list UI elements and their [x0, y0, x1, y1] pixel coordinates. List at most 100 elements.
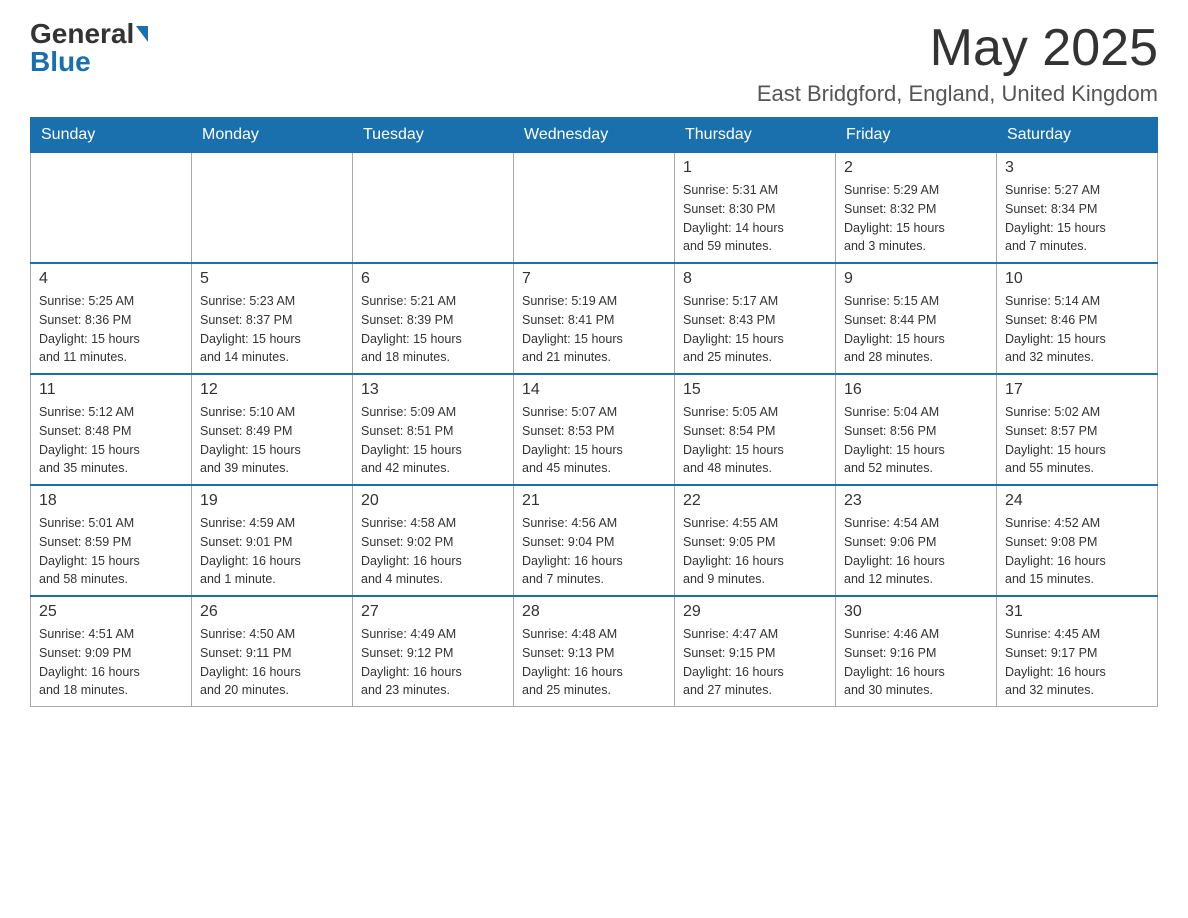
table-row: 14 Sunrise: 5:07 AM Sunset: 8:53 PM Dayli… — [514, 374, 675, 485]
day-number: 20 — [361, 492, 505, 510]
day-info: Sunrise: 5:07 AM Sunset: 8:53 PM Dayligh… — [522, 403, 666, 478]
day-number: 8 — [683, 270, 827, 288]
table-row: 13 Sunrise: 5:09 AM Sunset: 8:51 PM Dayli… — [353, 374, 514, 485]
day-number: 6 — [361, 270, 505, 288]
table-row — [192, 153, 353, 264]
table-row: 19 Sunrise: 4:59 AM Sunset: 9:01 PM Dayli… — [192, 485, 353, 596]
day-info: Sunrise: 5:23 AM Sunset: 8:37 PM Dayligh… — [200, 292, 344, 367]
day-info: Sunrise: 5:15 AM Sunset: 8:44 PM Dayligh… — [844, 292, 988, 367]
day-number: 14 — [522, 381, 666, 399]
day-number: 18 — [39, 492, 183, 510]
day-info: Sunrise: 4:59 AM Sunset: 9:01 PM Dayligh… — [200, 514, 344, 589]
table-row: 15Sunrise: 5:05 AM Sunset: 8:54 PM Dayli… — [675, 374, 836, 485]
day-info: Sunrise: 5:19 AM Sunset: 8:41 PM Dayligh… — [522, 292, 666, 367]
table-row: 8 Sunrise: 5:17 AM Sunset: 8:43 PM Daylig… — [675, 263, 836, 374]
day-number: 23 — [844, 492, 988, 510]
day-number: 16 — [844, 381, 988, 399]
day-number: 7 — [522, 270, 666, 288]
table-row: 16Sunrise: 5:04 AM Sunset: 8:56 PM Dayli… — [836, 374, 997, 485]
table-row: 21 Sunrise: 4:56 AM Sunset: 9:04 PM Dayli… — [514, 485, 675, 596]
day-info: Sunrise: 5:29 AM Sunset: 8:32 PM Dayligh… — [844, 181, 988, 256]
day-number: 17 — [1005, 381, 1149, 399]
logo: General Blue — [30, 20, 148, 76]
day-number: 5 — [200, 270, 344, 288]
day-number: 30 — [844, 603, 988, 621]
table-row: 18 Sunrise: 5:01 AM Sunset: 8:59 PM Dayli… — [31, 485, 192, 596]
col-monday: Monday — [192, 118, 353, 153]
day-number: 26 — [200, 603, 344, 621]
day-number: 31 — [1005, 603, 1149, 621]
page-header: General Blue May 2025 East Bridgford, En… — [30, 20, 1158, 107]
day-info: Sunrise: 4:48 AM Sunset: 9:13 PM Dayligh… — [522, 625, 666, 700]
col-saturday: Saturday — [997, 118, 1158, 153]
day-info: Sunrise: 4:49 AM Sunset: 9:12 PM Dayligh… — [361, 625, 505, 700]
table-row: 20 Sunrise: 4:58 AM Sunset: 9:02 PM Dayli… — [353, 485, 514, 596]
day-number: 29 — [683, 603, 827, 621]
calendar-week-row: 1 Sunrise: 5:31 AM Sunset: 8:30 PM Daylig… — [31, 153, 1158, 264]
table-row: 5 Sunrise: 5:23 AM Sunset: 8:37 PM Daylig… — [192, 263, 353, 374]
day-info: Sunrise: 4:45 AM Sunset: 9:17 PM Dayligh… — [1005, 625, 1149, 700]
day-info: Sunrise: 4:51 AM Sunset: 9:09 PM Dayligh… — [39, 625, 183, 700]
day-number: 19 — [200, 492, 344, 510]
day-info: Sunrise: 5:10 AM Sunset: 8:49 PM Dayligh… — [200, 403, 344, 478]
day-number: 24 — [1005, 492, 1149, 510]
day-number: 27 — [361, 603, 505, 621]
table-row: 7 Sunrise: 5:19 AM Sunset: 8:41 PM Daylig… — [514, 263, 675, 374]
day-info: Sunrise: 5:17 AM Sunset: 8:43 PM Dayligh… — [683, 292, 827, 367]
table-row: 29 Sunrise: 4:47 AM Sunset: 9:15 PM Dayli… — [675, 596, 836, 707]
day-info: Sunrise: 5:27 AM Sunset: 8:34 PM Dayligh… — [1005, 181, 1149, 256]
day-info: Sunrise: 5:12 AM Sunset: 8:48 PM Dayligh… — [39, 403, 183, 478]
calendar-table: Sunday Monday Tuesday Wednesday Thursday… — [30, 117, 1158, 707]
day-number: 21 — [522, 492, 666, 510]
table-row: 23 Sunrise: 4:54 AM Sunset: 9:06 PM Dayli… — [836, 485, 997, 596]
day-info: Sunrise: 4:54 AM Sunset: 9:06 PM Dayligh… — [844, 514, 988, 589]
calendar-week-row: 18 Sunrise: 5:01 AM Sunset: 8:59 PM Dayli… — [31, 485, 1158, 596]
day-number: 12 — [200, 381, 344, 399]
day-info: Sunrise: 4:58 AM Sunset: 9:02 PM Dayligh… — [361, 514, 505, 589]
title-section: May 2025 East Bridgford, England, United… — [757, 20, 1158, 107]
col-tuesday: Tuesday — [353, 118, 514, 153]
table-row: 3 Sunrise: 5:27 AM Sunset: 8:34 PM Daylig… — [997, 153, 1158, 264]
location-subtitle: East Bridgford, England, United Kingdom — [757, 81, 1158, 107]
table-row: 1 Sunrise: 5:31 AM Sunset: 8:30 PM Daylig… — [675, 153, 836, 264]
table-row: 2Sunrise: 5:29 AM Sunset: 8:32 PM Daylig… — [836, 153, 997, 264]
col-thursday: Thursday — [675, 118, 836, 153]
col-sunday: Sunday — [31, 118, 192, 153]
col-wednesday: Wednesday — [514, 118, 675, 153]
day-info: Sunrise: 5:14 AM Sunset: 8:46 PM Dayligh… — [1005, 292, 1149, 367]
table-row — [353, 153, 514, 264]
table-row: 25 Sunrise: 4:51 AM Sunset: 9:09 PM Dayli… — [31, 596, 192, 707]
calendar-week-row: 25 Sunrise: 4:51 AM Sunset: 9:09 PM Dayli… — [31, 596, 1158, 707]
calendar-week-row: 4Sunrise: 5:25 AM Sunset: 8:36 PM Daylig… — [31, 263, 1158, 374]
day-info: Sunrise: 4:50 AM Sunset: 9:11 PM Dayligh… — [200, 625, 344, 700]
day-info: Sunrise: 5:05 AM Sunset: 8:54 PM Dayligh… — [683, 403, 827, 478]
table-row: 10Sunrise: 5:14 AM Sunset: 8:46 PM Dayli… — [997, 263, 1158, 374]
day-number: 25 — [39, 603, 183, 621]
table-row — [514, 153, 675, 264]
table-row: 26 Sunrise: 4:50 AM Sunset: 9:11 PM Dayli… — [192, 596, 353, 707]
col-friday: Friday — [836, 118, 997, 153]
day-info: Sunrise: 5:01 AM Sunset: 8:59 PM Dayligh… — [39, 514, 183, 589]
day-info: Sunrise: 4:47 AM Sunset: 9:15 PM Dayligh… — [683, 625, 827, 700]
day-info: Sunrise: 5:09 AM Sunset: 8:51 PM Dayligh… — [361, 403, 505, 478]
table-row: 27 Sunrise: 4:49 AM Sunset: 9:12 PM Dayli… — [353, 596, 514, 707]
day-info: Sunrise: 5:25 AM Sunset: 8:36 PM Dayligh… — [39, 292, 183, 367]
day-number: 22 — [683, 492, 827, 510]
table-row: 4Sunrise: 5:25 AM Sunset: 8:36 PM Daylig… — [31, 263, 192, 374]
day-info: Sunrise: 5:31 AM Sunset: 8:30 PM Dayligh… — [683, 181, 827, 256]
table-row: 17Sunrise: 5:02 AM Sunset: 8:57 PM Dayli… — [997, 374, 1158, 485]
calendar-week-row: 11 Sunrise: 5:12 AM Sunset: 8:48 PM Dayli… — [31, 374, 1158, 485]
table-row — [31, 153, 192, 264]
table-row: 28 Sunrise: 4:48 AM Sunset: 9:13 PM Dayli… — [514, 596, 675, 707]
table-row: 12 Sunrise: 5:10 AM Sunset: 8:49 PM Dayli… — [192, 374, 353, 485]
day-number: 13 — [361, 381, 505, 399]
month-year-title: May 2025 — [757, 20, 1158, 77]
table-row: 22Sunrise: 4:55 AM Sunset: 9:05 PM Dayli… — [675, 485, 836, 596]
table-row: 31 Sunrise: 4:45 AM Sunset: 9:17 PM Dayli… — [997, 596, 1158, 707]
day-info: Sunrise: 4:56 AM Sunset: 9:04 PM Dayligh… — [522, 514, 666, 589]
day-number: 3 — [1005, 159, 1149, 177]
day-number: 11 — [39, 381, 183, 399]
day-number: 1 — [683, 159, 827, 177]
day-info: Sunrise: 4:46 AM Sunset: 9:16 PM Dayligh… — [844, 625, 988, 700]
day-number: 28 — [522, 603, 666, 621]
